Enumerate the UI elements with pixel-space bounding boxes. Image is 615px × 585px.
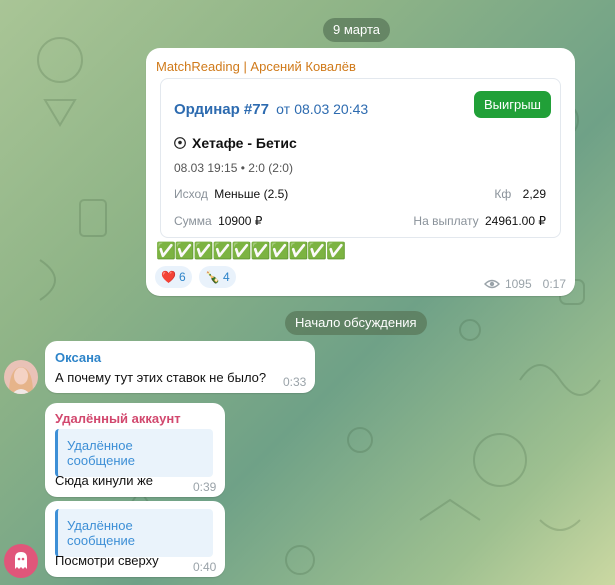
bottle-icon: 🍾	[205, 270, 220, 284]
reactions-bar: ❤️ 6 🍾 4	[155, 266, 255, 288]
odds-label: Кф	[494, 187, 512, 201]
heart-icon: ❤️	[161, 270, 176, 284]
ghost-avatar-icon	[15, 552, 27, 569]
reaction-bottle[interactable]: 🍾 4	[199, 266, 236, 288]
bet-date-prefix: от	[276, 101, 291, 117]
win-status-badge: Выигрыш	[473, 91, 551, 118]
bet-date: 08.03 20:43	[294, 101, 369, 117]
reaction-heart[interactable]: ❤️ 6	[155, 266, 192, 288]
date-separator: 9 марта	[323, 18, 390, 42]
message-author[interactable]: Удалённый аккаунт	[55, 411, 181, 426]
reaction-heart-count: 6	[178, 270, 186, 284]
match-name: Хетафе - Бетис	[192, 135, 297, 151]
stake-row: Сумма 10900 ₽	[174, 214, 262, 228]
odds-row: Кф 2,29	[494, 187, 546, 201]
message-text: Посмотри сверху	[55, 553, 159, 568]
message-oksana[interactable]: Оксана А почему тут этих ставок не было?…	[45, 341, 315, 393]
match-info: 08.03 19:15 • 2:0 (2:0)	[174, 161, 293, 175]
avatar-deleted-account[interactable]	[4, 544, 38, 578]
stake-value: 10900 ₽	[218, 214, 263, 228]
channel-post[interactable]: MatchReading | Арсений Ковалёв Ординар #…	[146, 48, 575, 296]
bet-title: Ординар #77	[174, 101, 269, 118]
odds-value: 2,29	[522, 187, 546, 201]
payout-row: На выплату 24961.00 ₽	[413, 214, 546, 228]
eye-icon	[483, 279, 500, 289]
view-count: 1095	[504, 277, 532, 291]
checkmarks-row: ✅✅✅✅✅✅✅✅✅✅	[156, 243, 346, 260]
reaction-bottle-count: 4	[222, 270, 230, 284]
post-meta: 1095 0:17	[483, 277, 566, 291]
post-time: 0:17	[542, 277, 566, 291]
payout-value: 24961.00 ₽	[484, 214, 546, 228]
outcome-value: Меньше (2.5)	[214, 187, 289, 201]
bet-slip-card: Ординар #77 от 08.03 20:43 Выигрыш Хетаф…	[160, 78, 561, 238]
outcome-label: Исход	[174, 187, 208, 201]
message-deleted-account[interactable]: Удалённый аккаунт Удалённое сообщение Сю…	[45, 403, 225, 497]
payout-label: На выплату	[413, 214, 479, 228]
message-time: 0:33	[283, 375, 307, 389]
reply-quote[interactable]: Удалённое сообщение	[55, 429, 213, 477]
soccer-ball-icon	[174, 137, 186, 149]
message-text: Сюда кинули же	[55, 473, 154, 488]
avatar-oksana[interactable]	[4, 360, 38, 394]
match-row: Хетафе - Бетис	[174, 135, 297, 151]
outcome-row: Исход Меньше (2.5)	[174, 187, 288, 201]
stake-label: Сумма	[174, 214, 212, 228]
bet-header: Ординар #77 от 08.03 20:43	[174, 101, 368, 118]
reply-quote[interactable]: Удалённое сообщение	[55, 509, 213, 557]
message-time: 0:40	[193, 560, 217, 574]
message-time: 0:39	[193, 480, 217, 494]
message-text: А почему тут этих ставок не было?	[55, 370, 267, 385]
discussion-separator: Начало обсуждения	[285, 311, 427, 335]
message-author[interactable]: Оксана	[55, 350, 101, 365]
post-author[interactable]: MatchReading | Арсений Ковалёв	[156, 59, 356, 74]
message-deleted-account-2[interactable]: Удалённое сообщение Посмотри сверху 0:40	[45, 501, 225, 577]
user-photo	[4, 360, 38, 394]
